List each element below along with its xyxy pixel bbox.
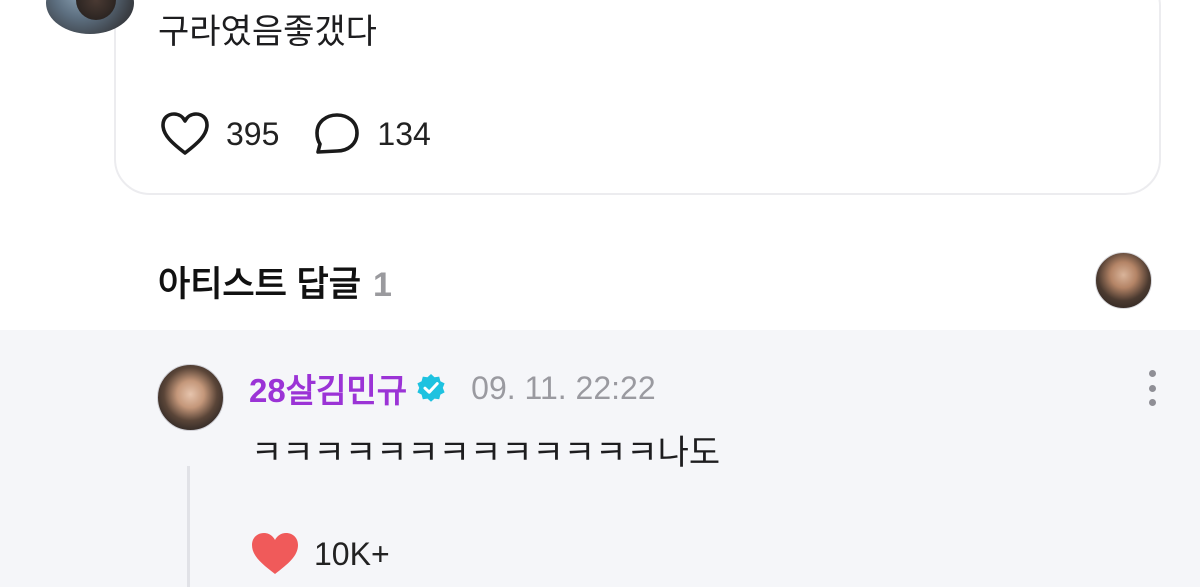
comment-bubble-icon [315,113,360,154]
heart-outline-icon [161,112,209,155]
artist-replies-title: 아티스트 답글 [158,265,361,304]
reply-timestamp: 09. 11. 22:22 [471,369,656,406]
thread-line [187,466,190,587]
post-like-count: 395 [226,115,280,152]
artist-replies-count: 1 [372,266,392,304]
more-dot [1148,370,1156,377]
more-dot [1148,399,1156,406]
page: 구라였음좋갰다 395 134 아티스트 답글 1 28살김민규 09. 11.… [0,0,1200,587]
reply-meta: 28살김민규 09. 11. 22:22 [249,366,656,410]
reply-like-button[interactable]: 10K+ [250,530,390,578]
more-vertical-icon[interactable] [1140,368,1164,408]
post-text: 구라였음좋갰다 [158,12,377,52]
post-comment-count: 134 [377,115,431,152]
reply-author-name[interactable]: 28살김민규 [249,364,407,412]
post-like-button[interactable]: 395 [160,111,279,157]
reply-text: ㅋㅋㅋㅋㅋㅋㅋㅋㅋㅋㅋㅋㅋ나도 [251,433,721,473]
heart-filled-icon [252,533,298,574]
verified-badge-icon [417,374,445,402]
post-comment-button[interactable]: 134 [313,111,431,157]
reply-like-count: 10K+ [314,535,390,572]
more-dot [1148,384,1156,392]
artist-replies-header: 아티스트 답글 1 [158,256,392,307]
artist-avatar[interactable] [1095,252,1152,309]
reply-author-avatar[interactable] [157,364,224,431]
post-actions: 395 134 [160,110,431,158]
